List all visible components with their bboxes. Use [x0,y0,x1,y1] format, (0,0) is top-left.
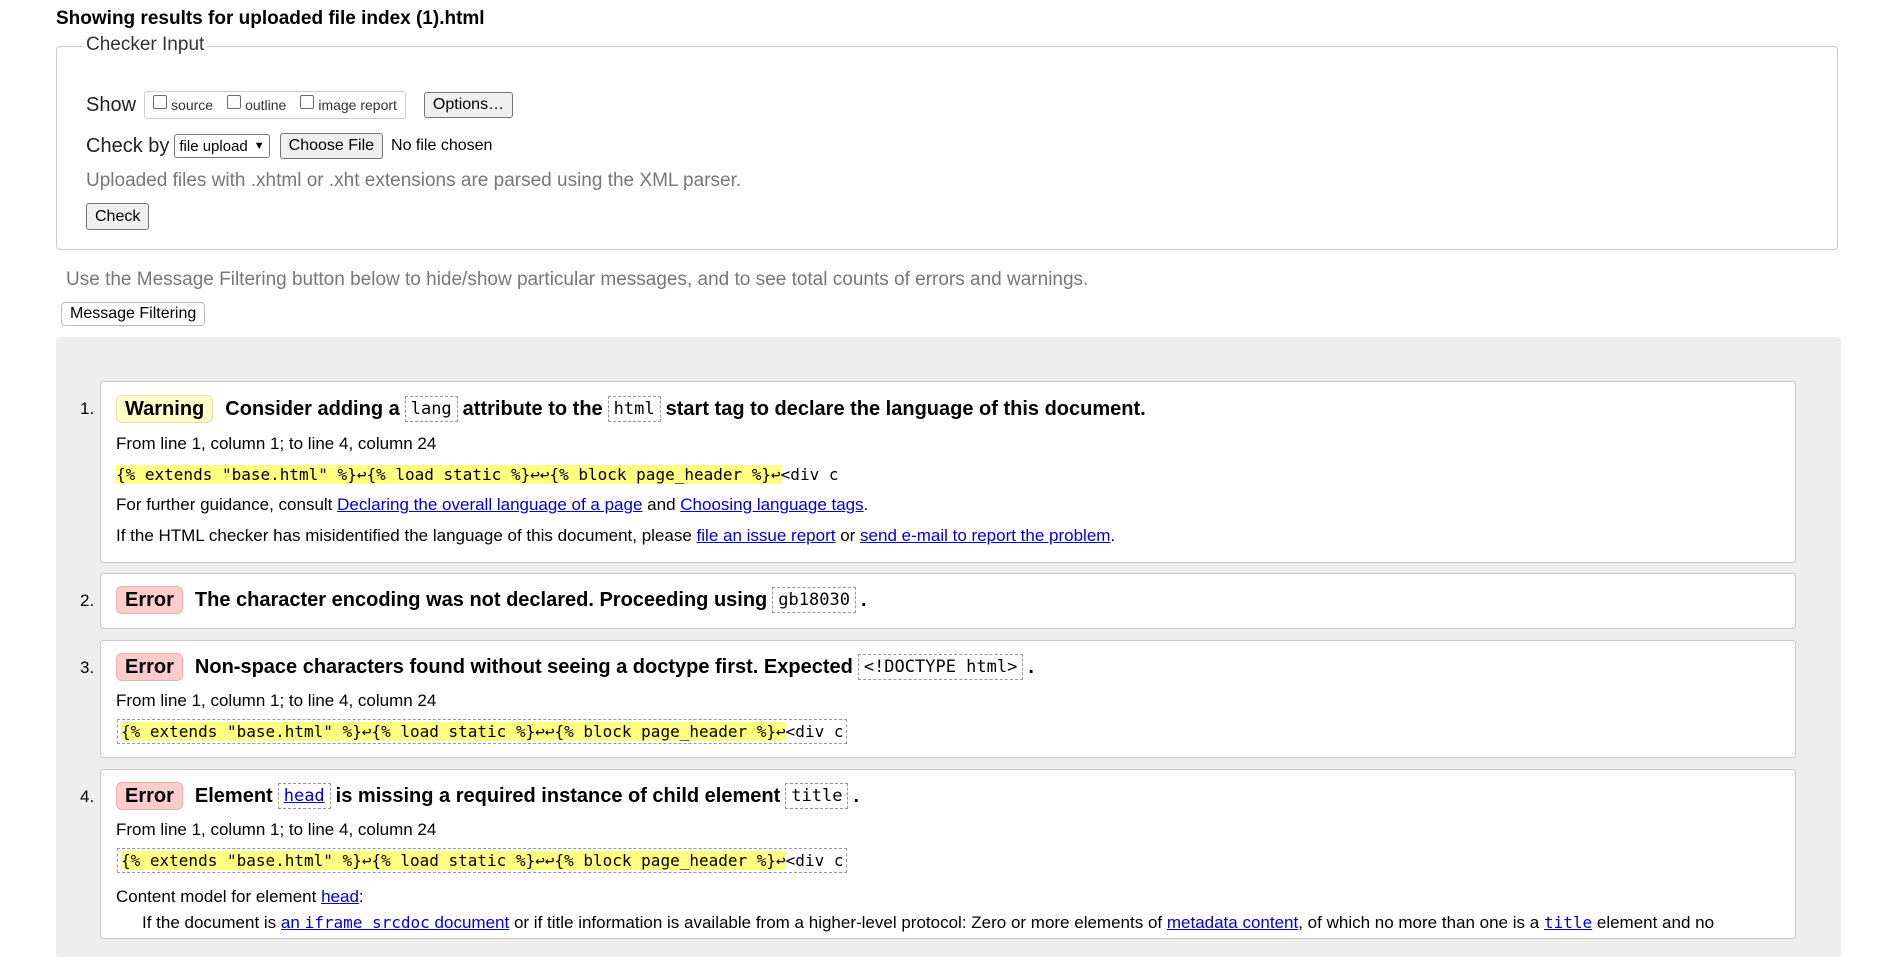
file-status-text: No file chosen [391,137,493,154]
message-location: From line 1, column 1; to line 4, column… [116,691,437,710]
issue-text: If the HTML checker has misidentified th… [116,526,692,545]
code-head-link[interactable]: head [277,783,331,809]
message-number: 1. [80,399,95,418]
warning-badge: Warning [116,395,214,423]
link-part: document [434,913,510,932]
content-model-text: , of which no more than one is a [1298,913,1540,932]
content-model-text: or if title information is available fro… [513,913,1163,932]
image-report-checkbox-label[interactable]: image report [318,97,397,113]
message-warning-lang: Warning Consider adding a lang attribute… [100,381,1796,563]
choose-file-button[interactable]: Choose File [279,133,384,159]
code-gb18030: gb18030 [772,587,856,613]
error-badge: Error [116,586,183,614]
extract-rest: <div c [780,465,839,484]
guidance-text: and [647,495,676,514]
link-part: iframe srcdoc [304,913,430,932]
message-text: Non-space characters found without seein… [194,655,853,678]
content-model-text: element and no [1596,913,1715,932]
message-location: From line 1, column 1; to line 4, column… [116,434,437,453]
iframe-srcdoc-document-link[interactable]: an iframe srcdoc document [281,913,509,932]
options-button[interactable]: Options… [423,92,514,118]
page-title: Showing results for uploaded file index … [56,8,485,29]
content-model-text: If the document is [142,913,277,932]
send-email-link[interactable]: send e-mail to report the problem [860,526,1110,545]
message-error-title: Error Element head is missing a required… [100,769,1796,939]
content-model-line: Content model for element head: [116,887,364,907]
message-error-encoding: Error The character encoding was not dec… [100,573,1796,629]
message-text: Element [194,784,273,807]
content-model-text: : [358,887,364,906]
check-by-selected-value: file upload [179,137,248,155]
source-extract: {% extends "base.html" %}↩{% load static… [117,848,848,873]
source-extract: {% extends "base.html" %}↩{% load static… [116,465,838,484]
extract-rest: <div c [785,851,844,870]
message-text: The character encoding was not declared.… [194,588,768,611]
content-model-detail: If the document is an iframe srcdoc docu… [142,913,1714,933]
message-heading: Error Element head is missing a required… [116,782,859,810]
content-model-text: Content model for element [116,887,317,906]
source-extract: {% extends "base.html" %}↩{% load static… [117,719,848,744]
check-by-row: Check by file upload ▼ Choose File No fi… [86,133,492,159]
guidance-line: For further guidance, consult Declaring … [116,495,868,515]
code-html: html [607,396,661,422]
upload-note: Uploaded files with .xhtml or .xht exten… [86,170,742,191]
show-options-group: source outline image report [144,91,406,119]
file-issue-report-link[interactable]: file an issue report [697,526,836,545]
outline-checkbox-label[interactable]: outline [245,97,286,113]
message-error-doctype: Error Non-space characters found without… [100,640,1796,758]
code-lang: lang [404,396,458,422]
message-heading: Error The character encoding was not dec… [116,586,867,614]
message-text: . [1028,655,1034,678]
message-number: 2. [80,591,95,610]
checker-input-legend: Checker Input [83,34,208,56]
check-button[interactable]: Check [86,203,150,230]
source-checkbox[interactable] [153,95,168,109]
issue-report-line: If the HTML checker has misidentified th… [116,526,1115,546]
extract-highlight: {% extends "base.html" %}↩{% load static… [116,465,781,484]
message-filtering-button[interactable]: Message Filtering [61,302,206,326]
title-element-link[interactable]: title [1544,913,1592,932]
message-heading: Warning Consider adding a lang attribute… [116,395,1146,423]
source-checkbox-label[interactable]: source [171,97,213,113]
message-text: Consider adding a [225,397,400,420]
message-location: From line 1, column 1; to line 4, column… [116,820,437,839]
guidance-text: . [863,495,869,514]
message-text: attribute to the [462,397,603,420]
outline-checkbox[interactable] [227,95,242,109]
extract-highlight: {% extends "base.html" %}↩{% load static… [121,851,786,870]
issue-text: or [840,526,856,545]
show-row: Show source outline image report Options… [86,91,514,119]
message-text: is missing a required instance of child … [335,784,781,807]
image-report-checkbox[interactable] [300,95,315,109]
check-by-select[interactable]: file upload ▼ [174,134,270,158]
declaring-language-link[interactable]: Declaring the overall language of a page [337,495,642,514]
message-text: . [853,784,859,807]
metadata-content-link[interactable]: metadata content [1167,913,1298,932]
message-number: 4. [80,787,95,806]
link-part: an [280,913,300,932]
extract-rest: <div c [785,722,844,741]
head-element-link[interactable]: head [321,887,359,906]
message-text: . [860,588,867,611]
code-title: title [785,783,849,809]
message-text: start tag to declare the language of thi… [665,397,1146,420]
extract-highlight: {% extends "base.html" %}↩{% load static… [121,722,786,741]
error-badge: Error [116,782,183,810]
error-badge: Error [116,653,183,681]
message-number: 3. [80,658,95,677]
message-heading: Error Non-space characters found without… [116,653,1034,681]
guidance-text: For further guidance, consult [116,495,333,514]
validator-page: Showing results for uploaded file index … [0,0,1896,957]
choosing-language-tags-link[interactable]: Choosing language tags [680,495,863,514]
chevron-down-icon: ▼ [253,140,265,152]
show-label: Show [86,93,137,116]
code-doctype: <!DOCTYPE html> [857,654,1024,680]
check-by-label: Check by [86,134,170,157]
message-filtering-note: Use the Message Filtering button below t… [66,269,1089,290]
issue-text: . [1110,526,1116,545]
